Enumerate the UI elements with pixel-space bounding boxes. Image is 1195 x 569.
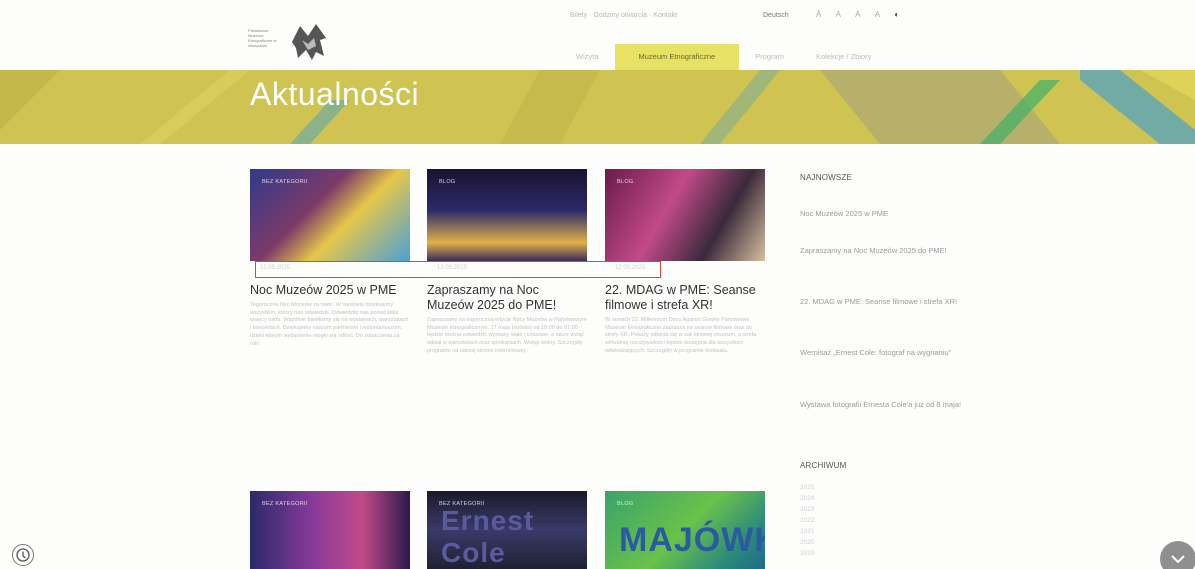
post-thumbnail[interactable]: BEZ KATEGORII — [250, 491, 410, 569]
post-card[interactable]: BEZ KATEGORII — [250, 491, 410, 569]
logo-mark-icon — [292, 24, 326, 60]
thumbnail-overlay-text: Ernest Cole — [441, 505, 535, 568]
post-category[interactable]: BEZ KATEGORII — [262, 179, 308, 185]
nav-item-wizyta[interactable]: Wizyta — [560, 44, 615, 70]
post-excerpt: Zapraszamy na tegoroczną edycję Nocy Muz… — [427, 317, 587, 354]
top-link[interactable]: Bilety — [570, 12, 587, 19]
highlight-box — [255, 261, 661, 278]
post-excerpt: W ramach 22. Millennium Docs Against Gra… — [605, 317, 757, 354]
post-thumbnail[interactable]: BLOG — [427, 169, 587, 261]
nav-item-program[interactable]: Program — [739, 44, 800, 70]
font-size-control[interactable]: Ă — [816, 10, 821, 19]
post-thumbnail[interactable]: BEZ KATEGORII — [250, 169, 410, 261]
scroll-down-button[interactable] — [1160, 541, 1195, 569]
font-size-control[interactable]: A — [875, 10, 880, 19]
thumbnail-overlay-text: MAJÓWKA — [619, 521, 765, 559]
accessibility-icon[interactable] — [12, 544, 34, 566]
post-thumbnail[interactable]: BLOG MAJÓWKA — [605, 491, 765, 569]
archive-year[interactable]: 2020 — [800, 537, 814, 548]
logo[interactable]: Państwowe Muzeum Etnograficzne w Warszaw… — [248, 22, 338, 62]
sidebar-link[interactable]: Noc Muzeów 2025 w PME — [800, 209, 970, 219]
sidebar-link[interactable]: Wystawa fotografii Ernesta Cole'a już od… — [800, 400, 970, 410]
sidebar-heading-archive: ARCHIWUM — [800, 461, 847, 470]
banner-pattern — [0, 70, 1195, 144]
top-link[interactable]: Kontakt — [653, 12, 677, 19]
post-excerpt: Tegoroczna Noc Muzeów za nami. W niedzie… — [250, 302, 409, 347]
sidebar-link[interactable]: 22. MDAG w PME: Seanse filmowe i strefa … — [800, 297, 970, 307]
post-thumbnail[interactable]: BLOG — [605, 169, 765, 261]
page-banner: Aktualności — [0, 70, 1195, 144]
nav-item-kolekcje[interactable]: Kolekcje / Zbiory — [800, 44, 887, 70]
post-card[interactable]: BEZ KATEGORII 12.05.2025 Noc Muzeów 2025… — [250, 169, 410, 348]
post-category[interactable]: BEZ KATEGORII — [262, 501, 308, 507]
sidebar-link[interactable]: Zapraszamy na Noc Muzeów 2025 do PME! — [800, 246, 970, 256]
post-category[interactable]: BLOG — [439, 179, 455, 185]
top-links: Bilety · Godziny otwarcia · Kontakt — [570, 12, 678, 19]
nav-item-muzeum[interactable]: Muzeum Etnograficzne — [614, 44, 740, 70]
logo-text: Państwowe Muzeum Etnograficzne w Warszaw… — [248, 28, 277, 48]
archive-year[interactable]: 2023 — [800, 504, 814, 515]
archive-year[interactable]: 2022 — [800, 515, 814, 526]
top-link[interactable]: Godziny otwarcia — [593, 12, 647, 19]
post-card[interactable]: BEZ KATEGORII Ernest Cole — [427, 491, 587, 569]
chevron-down-icon — [1171, 555, 1185, 564]
archive-years: 2025 2024 2023 2022 2021 2020 2019 — [800, 482, 814, 559]
post-title[interactable]: 22. MDAG w PME: Seanse filmowe i strefa … — [605, 283, 765, 313]
post-thumbnail[interactable]: BEZ KATEGORII Ernest Cole — [427, 491, 587, 569]
post-card[interactable]: BLOG MAJÓWKA — [605, 491, 765, 569]
post-category[interactable]: BLOG — [617, 179, 633, 185]
page-title: Aktualności — [250, 76, 420, 112]
post-title[interactable]: Noc Muzeów 2025 w PME — [250, 283, 410, 298]
archive-year[interactable]: 2025 — [800, 482, 814, 493]
contrast-icon[interactable]: ◐ — [894, 10, 899, 19]
main-nav: Wizyta Muzeum Etnograficzne Program Kole… — [560, 44, 887, 70]
sidebar-heading-newest: NAJNOWSZE — [800, 173, 853, 182]
archive-year[interactable]: 2024 — [800, 493, 814, 504]
language-switch[interactable]: Deutsch — [763, 12, 789, 19]
accessibility-controls: Ă A A A ◐ — [816, 10, 899, 19]
post-category[interactable]: BLOG — [617, 501, 633, 507]
accessibility-glyph-icon — [16, 548, 30, 562]
archive-year[interactable]: 2019 — [800, 548, 814, 559]
font-size-control[interactable]: A — [836, 10, 841, 19]
sidebar-link[interactable]: Wernisaż „Ernest Cole: fotograf na wygna… — [800, 348, 970, 358]
archive-year[interactable]: 2021 — [800, 526, 814, 537]
font-size-control[interactable]: A — [855, 10, 860, 19]
post-title[interactable]: Zapraszamy na Noc Muzeów 2025 do PME! — [427, 283, 587, 313]
